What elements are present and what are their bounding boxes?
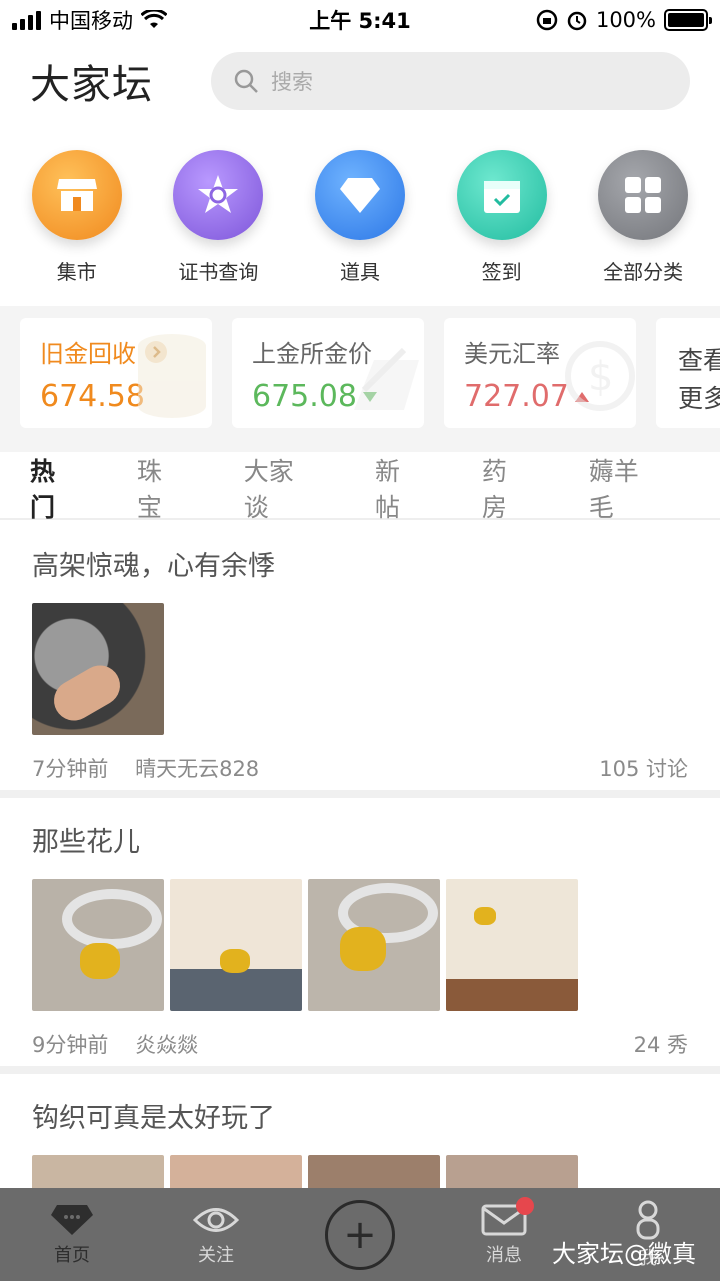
tab-discussion[interactable]: 大家谈	[244, 452, 317, 524]
category-all[interactable]: 全部分类	[578, 150, 708, 285]
category-checkin[interactable]: 签到	[437, 150, 567, 285]
post-title[interactable]: 高架惊魂，心有余悸	[32, 544, 688, 583]
tab-jewelry[interactable]: 珠宝	[137, 452, 186, 524]
eye-icon	[193, 1207, 239, 1232]
tab-pharmacy[interactable]: 药房	[482, 452, 531, 524]
post-image[interactable]	[308, 879, 440, 1011]
status-bar: 中国移动 上午 5:41 100%	[0, 0, 720, 40]
plus-icon: +	[325, 1199, 395, 1270]
category-label: 道具	[339, 260, 380, 284]
divider	[0, 1066, 720, 1074]
grid-icon	[598, 150, 689, 240]
notification-dot	[516, 1196, 534, 1215]
post-title[interactable]: 那些花儿	[32, 820, 688, 859]
diamond-icon	[314, 150, 405, 240]
price-card-usd-rate[interactable]: $ 美元汇率 727.07	[444, 318, 636, 428]
post-time: 7分钟前	[32, 757, 109, 781]
post-author[interactable]: 晴天无云828	[135, 757, 259, 781]
rotation-lock-icon	[536, 9, 558, 31]
category-props[interactable]: 道具	[295, 150, 425, 285]
nav-label: 首页	[54, 1244, 90, 1266]
tab-deals[interactable]: 薅羊毛	[589, 452, 662, 524]
tab-new-posts[interactable]: 新帖	[375, 452, 424, 524]
watermark: 大家坛@徽真	[552, 1240, 696, 1268]
post-image[interactable]	[32, 879, 164, 1011]
nav-messages[interactable]: 消息	[444, 1196, 564, 1267]
nav-label: 消息	[486, 1244, 522, 1266]
wifi-icon	[141, 10, 167, 28]
post-count: 105	[599, 757, 640, 781]
carrier: 中国移动	[49, 9, 133, 33]
post-kind: 讨论	[646, 757, 688, 781]
nav-home[interactable]: 首页	[12, 1203, 132, 1267]
alarm-icon	[567, 11, 587, 31]
price-value: 674.58	[40, 379, 145, 414]
coins-icon	[138, 334, 206, 418]
feed-post[interactable]: 那些花儿 9分钟前 炎焱燚 24 秀	[0, 820, 720, 1059]
post-title[interactable]: 钩织可真是太好玩了	[32, 1096, 688, 1135]
nav-label: 关注	[198, 1244, 234, 1266]
divider	[0, 790, 720, 798]
post-time: 9分钟前	[32, 1033, 109, 1057]
price-value: 675.08	[252, 379, 357, 414]
category-grid: 集市 证书查询 道具 签到 全部分类	[0, 150, 720, 285]
price-title: 美元汇率	[464, 340, 560, 368]
clock: 上午 5:41	[309, 9, 411, 33]
category-certificate[interactable]: 证书查询	[153, 150, 283, 285]
price-value: 727.07	[464, 379, 569, 414]
app-header: 大家坛 搜索	[0, 48, 720, 114]
tab-hot[interactable]: 热门	[30, 452, 79, 524]
category-market[interactable]: 集市	[12, 150, 142, 285]
category-label: 全部分类	[603, 260, 684, 284]
search-placeholder: 搜索	[271, 70, 314, 94]
price-title: 旧金回收	[40, 340, 136, 368]
search-bar[interactable]: 搜索	[211, 52, 690, 110]
post-kind: 秀	[667, 1033, 688, 1057]
app-logo: 大家坛	[30, 62, 153, 108]
nav-follow[interactable]: 关注	[156, 1203, 276, 1267]
more-line-1: 查看	[678, 346, 720, 375]
price-cards: 旧金回收 674.58 上金所金价 675.08 $ 美元汇率 727.07 查…	[0, 306, 720, 452]
battery-icon	[664, 9, 712, 31]
category-label: 证书查询	[178, 260, 259, 284]
feed-post[interactable]: 高架惊魂，心有余悸 7分钟前 晴天无云828 105 讨论	[0, 544, 720, 783]
nav-post[interactable]: +	[300, 1199, 420, 1270]
category-label: 签到	[481, 260, 522, 284]
store-icon	[31, 150, 122, 240]
price-more-button[interactable]: 查看 更多	[656, 318, 720, 428]
signal-icon	[12, 10, 41, 30]
category-label: 集市	[56, 260, 97, 284]
more-line-2: 更多	[678, 384, 720, 413]
post-author[interactable]: 炎焱燚	[135, 1033, 198, 1057]
post-image[interactable]	[170, 879, 302, 1011]
calendar-check-icon	[456, 150, 547, 240]
gold-bar-icon	[354, 347, 419, 410]
dollar-icon: $	[565, 341, 635, 411]
post-count: 24	[633, 1033, 661, 1057]
post-image[interactable]	[32, 603, 164, 735]
price-card-sge-gold[interactable]: 上金所金价 675.08	[232, 318, 424, 428]
certificate-search-icon	[173, 150, 264, 240]
post-image[interactable]	[446, 879, 578, 1011]
battery-percent: 100%	[595, 8, 656, 32]
price-card-gold-recycle[interactable]: 旧金回收 674.58	[20, 318, 212, 428]
feed-tabs: 热门 珠宝 大家谈 新帖 药房 薅羊毛	[0, 457, 720, 522]
search-icon	[234, 69, 258, 93]
svg-text:$: $	[588, 354, 613, 400]
home-gem-icon	[51, 1204, 93, 1235]
